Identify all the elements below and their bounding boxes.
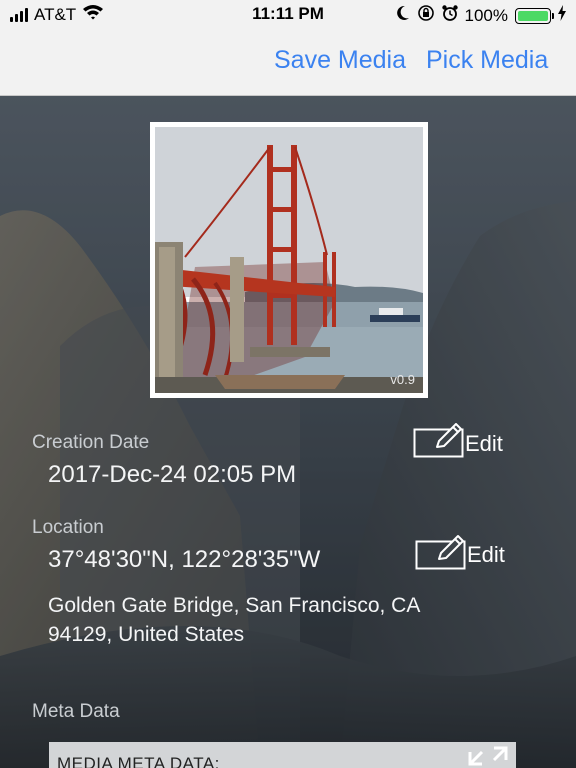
location-label: Location <box>32 517 104 538</box>
edit-label: Edit <box>465 431 503 456</box>
status-bar: AT&T 11:11 PM 100% <box>0 0 576 28</box>
meta-data-title: MEDIA META DATA: <box>57 754 220 768</box>
battery-icon <box>515 7 554 24</box>
save-media-button[interactable]: Save Media <box>274 46 406 75</box>
media-detail-view: v0.9 Creation Date 2017-Dec-24 02:05 PM … <box>0 96 576 768</box>
meta-data-label: Meta Data <box>32 701 120 722</box>
battery-percent: 100% <box>464 5 508 25</box>
edit-creation-date-button[interactable]: Edit <box>413 423 503 465</box>
location-coordinates: 37°48'30"N, 122°28'35"W <box>48 546 321 573</box>
edit-label: Edit <box>467 542 505 567</box>
pick-media-button[interactable]: Pick Media <box>426 46 548 75</box>
edit-location-button[interactable]: Edit <box>415 533 505 577</box>
status-right: 100% <box>396 4 566 27</box>
creation-date-label: Creation Date <box>32 432 150 453</box>
version-label: v0.9 <box>390 372 415 387</box>
charging-icon <box>558 5 566 26</box>
edit-icon <box>413 423 465 465</box>
creation-date-value: 2017-Dec-24 02:05 PM <box>48 461 297 488</box>
media-thumbnail[interactable]: v0.9 <box>150 122 428 398</box>
golden-gate-photo: v0.9 <box>155 127 423 393</box>
alarm-icon <box>441 4 458 27</box>
address-line-1: Golden Gate Bridge, San Francisco, CA <box>48 594 421 617</box>
location-address: Golden Gate Bridge, San Francisco, CA 94… <box>48 591 518 649</box>
rotation-lock-icon <box>417 4 435 27</box>
navigation-bar: Save Media Pick Media <box>0 28 576 96</box>
expand-icon[interactable] <box>466 744 510 768</box>
meta-data-panel[interactable]: MEDIA META DATA: <box>49 742 516 768</box>
moon-icon <box>396 5 410 26</box>
edit-icon <box>415 533 467 577</box>
address-line-2: 94129, United States <box>48 623 245 646</box>
